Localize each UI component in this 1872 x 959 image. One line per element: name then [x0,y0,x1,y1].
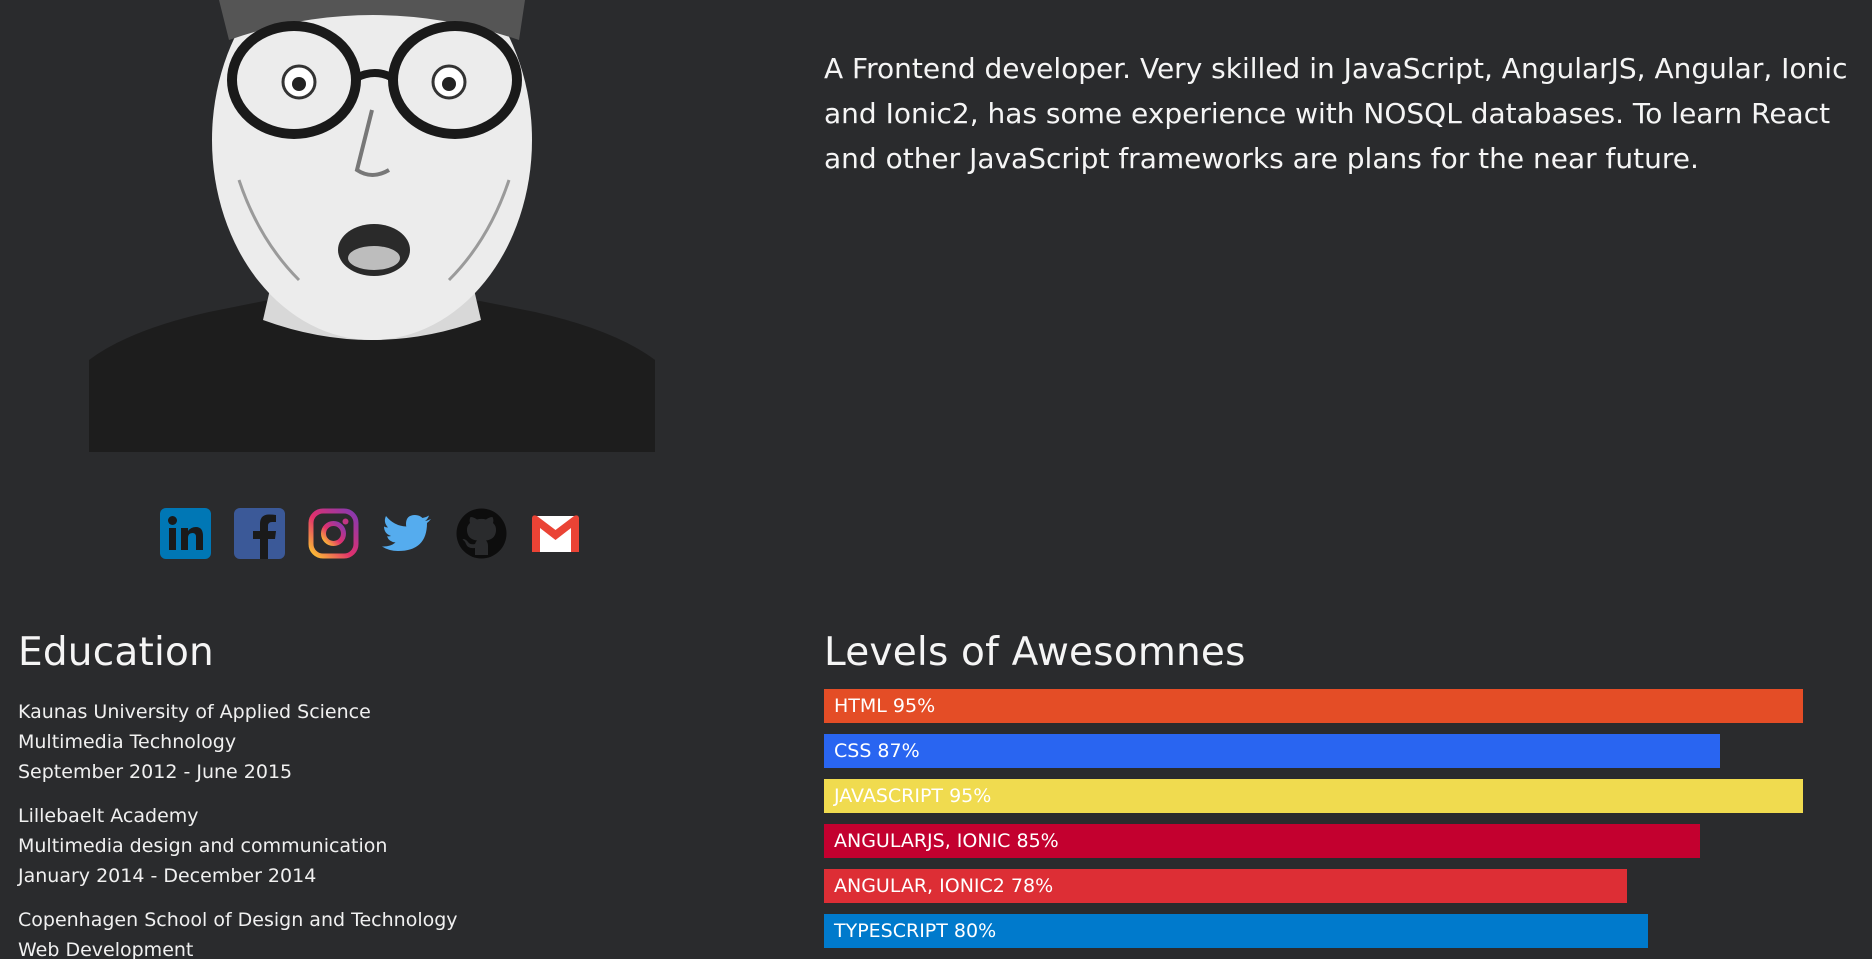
skill-bar: CSS 87% [824,734,1720,768]
skill-bar: TYPESCRIPT 80% [824,914,1648,948]
linkedin-icon [160,508,211,559]
school-name: Copenhagen School of Design and Technolo… [18,909,458,931]
skills-section: Levels of Awesomnes HTML 95% CSS 87% JAVAS… [824,630,1864,959]
education-section: Education Kaunas University of Applied S… [18,630,758,959]
instagram-icon [308,508,359,559]
skill-label: ANGULAR, IONIC2 78% [834,875,1054,897]
portrait-image [89,0,655,452]
github-icon [456,508,507,559]
study-dates: September 2012 - June 2015 [18,761,293,783]
skill-list: HTML 95% CSS 87% JAVASCRIPT 95% ANGULARJS, … [824,689,1864,959]
skill-label: CSS 87% [834,740,920,762]
skill-label: TYPESCRIPT 80% [834,920,997,942]
github-link[interactable] [456,508,507,559]
gmail-icon [532,515,579,552]
social-links [160,508,581,559]
gmail-link[interactable] [530,508,581,559]
program-name: Multimedia design and communication [18,835,388,857]
education-entry: Copenhagen School of Design and Technolo… [18,905,758,959]
study-dates: January 2014 - December 2014 [18,865,317,887]
skill-label: JAVASCRIPT 95% [834,785,992,807]
skill-bar: HTML 95% [824,689,1803,723]
linkedin-link[interactable] [160,508,211,559]
bio-text: A Frontend developer. Very skilled in Ja… [824,52,1848,175]
school-name: Kaunas University of Applied Science [18,701,371,723]
twitter-icon [382,515,431,551]
facebook-link[interactable] [234,508,285,559]
education-entry: Kaunas University of Applied Science Mul… [18,697,758,787]
program-name: Web Development [18,939,194,959]
education-title: Education [18,630,214,675]
skills-title: Levels of Awesomnes [824,630,1246,675]
skill-bar: JAVASCRIPT 95% [824,779,1803,813]
skill-bar: ANGULARJS, IONIC 85% [824,824,1700,858]
program-name: Multimedia Technology [18,731,237,753]
left-column: Education Kaunas University of Applied S… [0,0,780,959]
skill-label: HTML 95% [834,695,936,717]
resume-page: Education Kaunas University of Applied S… [0,0,1872,959]
twitter-link[interactable] [382,508,433,559]
skill-label: ANGULARJS, IONIC 85% [834,830,1059,852]
facebook-icon [234,508,285,559]
instagram-link[interactable] [308,508,359,559]
skill-bar: ANGULAR, IONIC2 78% [824,869,1627,903]
right-column: A Frontend developer. Very skilled in Ja… [824,0,1864,959]
education-entry: Lillebaelt Academy Multimedia design and… [18,801,758,891]
school-name: Lillebaelt Academy [18,805,199,827]
